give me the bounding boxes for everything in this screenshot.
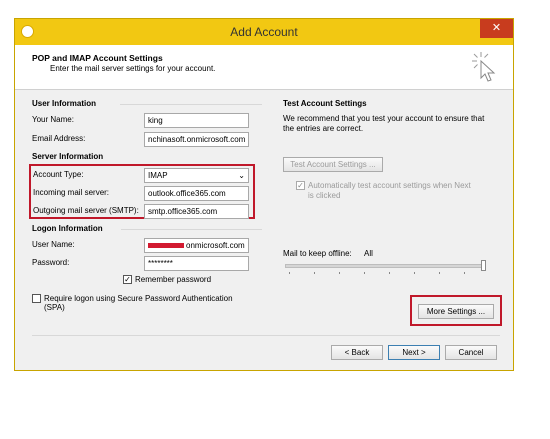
user-info-heading: User Information (32, 99, 97, 108)
server-info-heading: Server Information (32, 152, 104, 161)
test-desc-line1: We recommend that you test your account … (283, 114, 485, 123)
title-bar: Add Account ✕ (15, 19, 513, 45)
account-type-value: IMAP (148, 171, 168, 180)
close-button[interactable]: ✕ (480, 19, 513, 38)
cursor-click-icon (472, 52, 496, 82)
incoming-server-label: Incoming mail server: (33, 188, 110, 197)
password-label: Password: (32, 258, 70, 267)
outgoing-server-label: Outgoing mail server (SMTP): (33, 206, 139, 215)
offline-slider-track[interactable] (285, 264, 485, 268)
slider-tick (339, 272, 340, 274)
slider-tick (289, 272, 290, 274)
remember-password-label: Remember password (135, 275, 212, 284)
redaction-bar (148, 243, 184, 248)
your-name-label: Your Name: (32, 115, 74, 124)
slider-tick (414, 272, 415, 274)
your-name-field[interactable]: king (144, 113, 249, 128)
mail-offline-value: All (364, 249, 373, 258)
dialog-header: POP and IMAP Account Settings Enter the … (15, 45, 513, 90)
slider-tick (464, 272, 465, 274)
user-name-label: User Name: (32, 240, 75, 249)
cancel-button[interactable]: Cancel (445, 345, 497, 360)
email-address-field[interactable]: nchinasoft.onmicrosoft.com (144, 132, 249, 147)
incoming-server-field[interactable]: outlook.office365.com (144, 186, 249, 201)
header-title: POP and IMAP Account Settings (32, 53, 163, 63)
divider (121, 229, 262, 230)
spa-checkbox[interactable] (32, 294, 41, 303)
user-name-value: onmicrosoft.com (186, 241, 245, 250)
test-account-settings-button[interactable]: Test Account Settings ... (283, 157, 383, 172)
add-account-dialog: Add Account ✕ POP and IMAP Account Setti… (14, 18, 514, 371)
slider-tick (314, 272, 315, 274)
auto-test-label-line1: Automatically test account settings when… (308, 181, 471, 190)
divider (120, 104, 262, 105)
offline-slider-thumb[interactable] (481, 260, 486, 271)
window-title: Add Account (230, 25, 298, 39)
test-settings-heading: Test Account Settings (283, 99, 367, 108)
account-type-select[interactable]: IMAP ⌄ (144, 168, 249, 183)
spa-label-line2: (SPA) (44, 303, 65, 312)
email-address-label: Email Address: (32, 134, 86, 143)
test-desc-line2: the entries are correct. (283, 124, 364, 133)
back-button[interactable]: < Back (331, 345, 383, 360)
slider-ticks (285, 272, 485, 275)
account-type-label: Account Type: (33, 170, 84, 179)
chevron-down-icon: ⌄ (238, 171, 245, 180)
spa-label-line1: Require logon using Secure Password Auth… (44, 294, 233, 303)
remember-password-checkbox[interactable]: ✓ (123, 275, 132, 284)
auto-test-checkbox[interactable]: ✓ (296, 181, 305, 190)
user-name-field[interactable]: onmicrosoft.com (144, 238, 249, 253)
more-settings-button[interactable]: More Settings ... (418, 304, 494, 319)
footer-divider (32, 335, 500, 336)
next-button[interactable]: Next > (388, 345, 440, 360)
mail-offline-label: Mail to keep offline: (283, 249, 352, 258)
outgoing-server-field[interactable]: smtp.office365.com (144, 204, 249, 219)
header-subtitle: Enter the mail server settings for your … (50, 64, 216, 73)
slider-tick (364, 272, 365, 274)
logon-info-heading: Logon Information (32, 224, 103, 233)
auto-test-label-line2: is clicked (308, 191, 341, 200)
slider-tick (389, 272, 390, 274)
password-field[interactable]: ******** (144, 256, 249, 271)
slider-tick (439, 272, 440, 274)
